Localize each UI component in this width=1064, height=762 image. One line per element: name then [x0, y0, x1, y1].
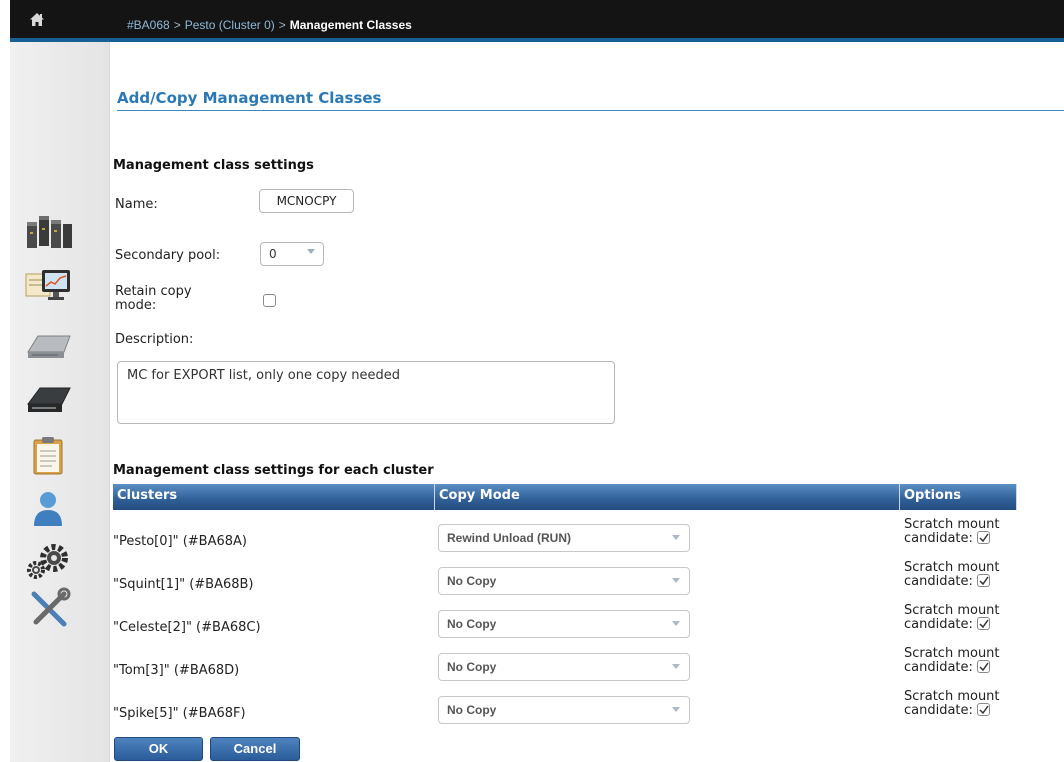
column-header-options: Options: [900, 484, 1017, 510]
cancel-button[interactable]: Cancel: [210, 737, 300, 761]
cluster-name: "Spike[5]" (#BA68F): [113, 706, 246, 721]
candidate-label: candidate:: [904, 660, 973, 675]
ok-button[interactable]: OK: [114, 737, 203, 761]
secondary-pool-label: Secondary pool:: [115, 248, 221, 263]
tools-icon[interactable]: [24, 586, 74, 632]
main-content: Add/Copy Management Classes Management c…: [110, 42, 1064, 762]
scratch-mount-checkbox[interactable]: [976, 574, 990, 587]
cluster-name: "Celeste[2]" (#BA68C): [113, 620, 261, 635]
chevron-down-icon: [307, 249, 315, 254]
cluster-name: "Pesto[0]" (#BA68A): [113, 534, 247, 549]
chevron-down-icon: [672, 535, 680, 540]
copy-mode-select[interactable]: Rewind Unload (RUN): [438, 524, 690, 552]
scratch-mount-option: Scratch mount candidate:: [904, 647, 1000, 675]
description-field[interactable]: MC for EXPORT list, only one copy needed: [117, 361, 615, 424]
settings-heading: Management class settings: [113, 158, 314, 173]
name-label: Name:: [115, 197, 158, 212]
scratch-mount-checkbox[interactable]: [976, 703, 990, 716]
scratch-mount-checkbox[interactable]: [976, 660, 990, 673]
page-title: Add/Copy Management Classes: [117, 89, 1064, 111]
monitor-icon[interactable]: [24, 264, 74, 310]
cluster-name: "Tom[3]" (#BA68D): [113, 663, 240, 678]
cluster-name: "Squint[1]" (#BA68B): [113, 577, 254, 592]
checkmark-icon: [979, 705, 989, 715]
copy-mode-value: No Copy: [447, 703, 497, 717]
scratch-mount-checkbox[interactable]: [976, 617, 990, 630]
scratch-mount-option: Scratch mount candidate:: [904, 604, 1000, 632]
candidate-label: candidate:: [904, 531, 973, 546]
checkmark-icon: [979, 619, 989, 629]
retain-copy-mode-label: Retain copy mode:: [115, 285, 192, 313]
copy-mode-value: No Copy: [447, 660, 497, 674]
copy-mode-select[interactable]: No Copy: [438, 567, 690, 595]
chevron-down-icon: [672, 621, 680, 626]
chevron-down-icon: [672, 707, 680, 712]
breadcrumb-item-library[interactable]: #BA068: [127, 18, 170, 32]
checkmark-icon: [979, 662, 989, 672]
copy-mode-value: Rewind Unload (RUN): [447, 531, 571, 545]
column-header-copy-mode: Copy Mode: [435, 484, 900, 510]
retain-label-line-2: mode:: [115, 298, 157, 313]
scratch-mount-label: Scratch mount: [904, 603, 1000, 618]
copy-mode-select[interactable]: No Copy: [438, 610, 690, 638]
scratch-mount-label: Scratch mount: [904, 517, 1000, 532]
retain-copy-mode-checkbox[interactable]: [263, 294, 276, 307]
scratch-mount-option: Scratch mount candidate:: [904, 518, 1000, 546]
copy-mode-select[interactable]: No Copy: [438, 696, 690, 724]
candidate-label: candidate:: [904, 574, 973, 589]
breadcrumb-separator: >: [278, 18, 286, 32]
breadcrumb: #BA068 > Pesto (Cluster 0) > Management Clas…: [127, 18, 412, 32]
scratch-mount-option: Scratch mount candidate:: [904, 561, 1000, 589]
top-bar: #BA068 > Pesto (Cluster 0) > Management Clas…: [10, 0, 1064, 42]
secondary-pool-value: 0: [269, 247, 277, 261]
checkmark-icon: [979, 533, 989, 543]
cluster-icon[interactable]: [24, 208, 74, 254]
scratch-mount-option: Scratch mount candidate:: [904, 690, 1000, 718]
home-icon: [30, 13, 44, 26]
checkmark-icon: [979, 576, 989, 586]
secondary-pool-select[interactable]: 0: [260, 242, 324, 266]
copy-mode-select[interactable]: No Copy: [438, 653, 690, 681]
breadcrumb-item-cluster[interactable]: Pesto (Cluster 0): [185, 18, 275, 32]
scratch-mount-label: Scratch mount: [904, 646, 1000, 661]
copy-mode-value: No Copy: [447, 574, 497, 588]
name-field[interactable]: [259, 189, 354, 213]
side-navigation: [10, 42, 110, 762]
chevron-down-icon: [672, 664, 680, 669]
settings-gears-icon[interactable]: [24, 538, 74, 584]
scratch-mount-label: Scratch mount: [904, 689, 1000, 704]
breadcrumb-current: Management Classes: [289, 18, 412, 32]
user-icon[interactable]: [24, 486, 74, 532]
scratch-mount-label: Scratch mount: [904, 560, 1000, 575]
physical-drive-icon[interactable]: [24, 320, 74, 366]
breadcrumb-separator: >: [173, 18, 181, 32]
candidate-label: candidate:: [904, 703, 973, 718]
column-header-clusters: Clusters: [113, 484, 435, 510]
candidate-label: candidate:: [904, 617, 973, 632]
log-clipboard-icon[interactable]: [24, 434, 74, 480]
home-button[interactable]: [10, 0, 67, 42]
chevron-down-icon: [672, 578, 680, 583]
tape-library-icon[interactable]: [24, 376, 74, 422]
cluster-settings-heading: Management class settings for each clust…: [113, 463, 434, 478]
description-label: Description:: [115, 332, 194, 347]
scratch-mount-checkbox[interactable]: [976, 531, 990, 544]
copy-mode-value: No Copy: [447, 617, 497, 631]
retain-label-line-1: Retain copy: [115, 284, 192, 299]
